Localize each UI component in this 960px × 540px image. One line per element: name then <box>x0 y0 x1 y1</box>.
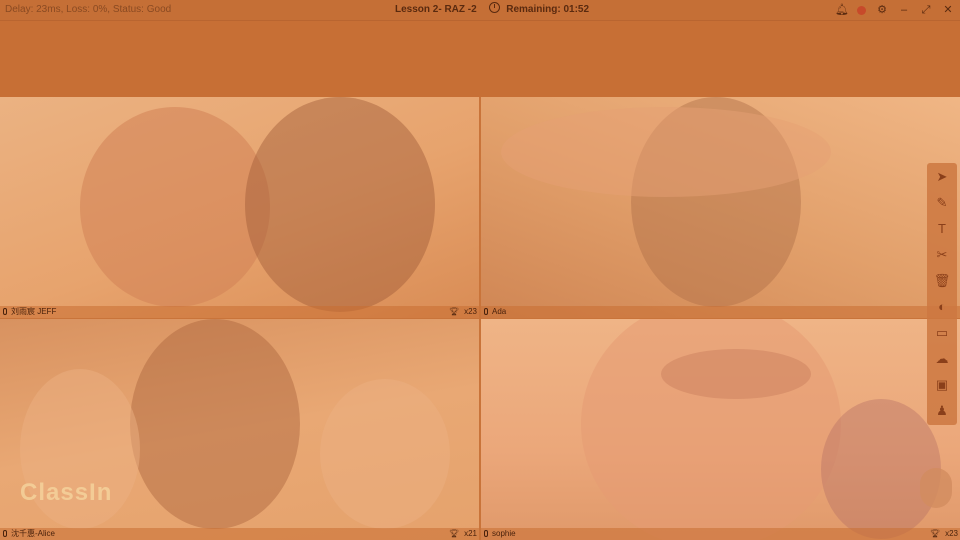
trophy-count: x23 <box>464 307 477 316</box>
toolbox-icon[interactable]: ▣ <box>927 375 957 395</box>
lesson-info: Lesson 2- RAZ -2 Remaining: 01:52 <box>395 0 589 20</box>
chat-icon[interactable]: ▭ <box>927 323 957 343</box>
trophy-icon: 🏆︎ <box>448 529 459 538</box>
volume-control[interactable] <box>920 468 952 508</box>
cursor-icon[interactable]: ➤ <box>927 167 957 187</box>
minimize-icon[interactable]: – <box>898 0 910 20</box>
clock-icon <box>489 2 501 13</box>
watermark-logo: ClassIn <box>20 479 113 506</box>
participant-name: sophie <box>492 529 516 538</box>
bell-icon[interactable]: 🔔︎ <box>835 0 849 20</box>
right-hand <box>320 379 450 529</box>
close-icon[interactable]: ✕ <box>942 0 954 20</box>
cloud-icon[interactable]: ☁ <box>927 349 957 369</box>
connection-status: Delay: 23ms, Loss: 0%, Status: Good <box>5 4 172 15</box>
participant-name: 沈千惠-Alice <box>11 529 56 538</box>
video-tile-ada[interactable]: Ada <box>481 97 960 318</box>
window-controls: 🔔︎ ⚙︎ – ⤢ ✕ <box>835 0 954 20</box>
trophy-icon: 🏆︎ <box>448 307 459 316</box>
mic-icon <box>484 308 488 315</box>
student-face <box>130 319 300 529</box>
trophy-count: x21 <box>464 529 477 538</box>
mic-icon <box>3 530 7 537</box>
record-icon[interactable] <box>857 5 866 15</box>
nameplate: 刘雨宸 JEFF 🏆︎ x23 <box>0 306 479 318</box>
lesson-title: Lesson 2- RAZ -2 <box>395 4 477 15</box>
top-bar: Delay: 23ms, Loss: 0%, Status: Good Less… <box>0 0 960 21</box>
video-tile-jeff[interactable]: 刘雨宸 JEFF 🏆︎ x23 <box>0 97 479 318</box>
text-icon[interactable]: T <box>927 219 957 239</box>
nameplate: Ada <box>481 306 960 318</box>
pen-icon[interactable]: ✎ <box>927 193 957 213</box>
scissors-icon[interactable]: ✂ <box>927 245 957 265</box>
participant-name: Ada <box>492 307 507 316</box>
teaching-toolbar: ➤ ✎ T ✂ 🗑︎ ◐ ▭ ☁ ▣ ♟ <box>927 163 957 425</box>
mic-icon <box>3 308 7 315</box>
video-grid: 刘雨宸 JEFF 🏆︎ x23 Ada ClassIn 沈千惠-Alice 🏆︎… <box>0 97 960 540</box>
student-face <box>245 97 435 312</box>
raised-hand <box>80 107 270 307</box>
participant-name: 刘雨宸 JEFF <box>11 307 57 316</box>
blackboard-area[interactable] <box>0 21 960 97</box>
trophy-count: x23 <box>945 529 958 538</box>
trophy-icon: 🏆︎ <box>929 529 940 538</box>
person-icon[interactable]: ♟ <box>927 401 957 421</box>
remaining-time: Remaining: 01:52 <box>506 4 590 15</box>
trash-icon[interactable]: 🗑︎ <box>927 271 957 291</box>
hair <box>821 399 941 539</box>
gear-icon[interactable]: ⚙︎ <box>876 0 888 20</box>
nameplate: 沈千惠-Alice 🏆︎ x21 <box>0 528 479 540</box>
video-tile-alice[interactable]: ClassIn 沈千惠-Alice 🏆︎ x21 <box>0 319 479 540</box>
glasses <box>661 349 811 399</box>
heart-hands <box>501 107 831 197</box>
camera-icon[interactable]: ◐ <box>927 297 957 317</box>
mic-icon <box>484 530 488 537</box>
nameplate: sophie 🏆︎ x23 <box>481 528 960 540</box>
video-tile-sophie[interactable]: sophie 🏆︎ x23 <box>481 319 960 540</box>
fullscreen-icon[interactable]: ⤢ <box>920 0 932 20</box>
